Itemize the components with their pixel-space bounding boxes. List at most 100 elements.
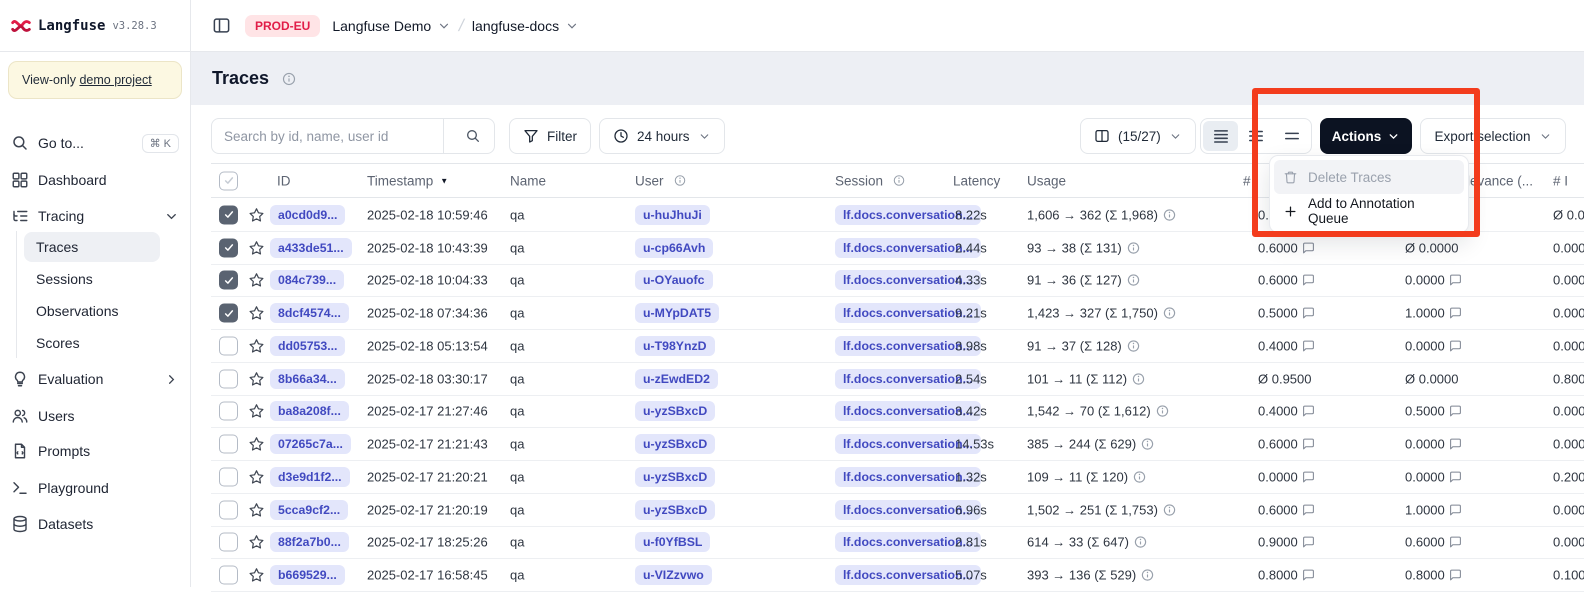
trace-id-badge[interactable]: a433de51... xyxy=(270,238,352,258)
trace-id-badge[interactable]: 084c739... xyxy=(270,270,344,290)
sidebar-item-traces[interactable]: Traces xyxy=(24,232,160,262)
actions-button[interactable]: Actions xyxy=(1320,118,1412,154)
info-icon xyxy=(1127,241,1140,254)
table-row[interactable]: 88f2a7b0... 2025-02-17 18:25:26 qa u-f0Y… xyxy=(211,527,1584,560)
user-badge[interactable]: u-yzSBxcD xyxy=(635,467,715,487)
table-row[interactable]: ba8a208f... 2025-02-17 21:27:46 qa u-yzS… xyxy=(211,396,1584,429)
star-icon[interactable] xyxy=(248,305,265,322)
table-row[interactable]: dd05753... 2025-02-18 05:13:54 qa u-T98Y… xyxy=(211,330,1584,363)
column-header-session[interactable]: Session xyxy=(835,173,905,188)
table-row[interactable]: 8dcf4574... 2025-02-18 07:34:36 qa u-MYp… xyxy=(211,297,1584,330)
user-badge[interactable]: u-yzSBxcD xyxy=(635,434,715,454)
user-badge[interactable]: u-f0YfBSL xyxy=(635,532,710,552)
row-height-large-button[interactable] xyxy=(1274,121,1309,151)
row-height-small-button[interactable] xyxy=(1203,121,1238,151)
menu-item-add-to-annotation-queue[interactable]: Add to Annotation Queue xyxy=(1274,194,1464,228)
star-icon[interactable] xyxy=(248,403,265,420)
demo-project-link[interactable]: demo project xyxy=(79,73,151,87)
row-checkbox[interactable] xyxy=(219,435,238,454)
row-checkbox[interactable] xyxy=(219,304,238,323)
goto-button[interactable]: Go to... ⌘ K xyxy=(6,127,184,159)
star-icon[interactable] xyxy=(248,468,265,485)
org-switcher[interactable]: Langfuse Demo xyxy=(332,18,451,34)
star-icon[interactable] xyxy=(248,272,265,289)
trace-id-badge[interactable]: ba8a208f... xyxy=(270,401,349,421)
score-cell-a: 0.5000 xyxy=(1258,306,1315,321)
column-header-latency[interactable]: Latency xyxy=(953,173,1000,188)
menu-item-delete-traces[interactable]: Delete Traces xyxy=(1274,160,1464,194)
trace-id-badge[interactable]: 5cca9cf2... xyxy=(270,500,348,520)
user-badge[interactable]: u-zEwdED2 xyxy=(635,369,718,389)
column-header-id[interactable]: ID xyxy=(277,173,291,188)
table-row[interactable]: 8b66a34... 2025-02-18 03:30:17 qa u-zEwd… xyxy=(211,363,1584,396)
trace-id-badge[interactable]: dd05753... xyxy=(270,336,345,356)
time-range-dropdown[interactable]: 24 hours xyxy=(599,118,725,154)
row-checkbox[interactable] xyxy=(219,238,238,257)
star-icon[interactable] xyxy=(248,337,265,354)
user-badge[interactable]: u-yzSBxcD xyxy=(635,500,715,520)
sidebar-item-datasets[interactable]: Datasets xyxy=(6,508,184,540)
star-icon[interactable] xyxy=(248,501,265,518)
sidebar-item-dashboard[interactable]: Dashboard xyxy=(6,164,184,196)
export-selection-button[interactable]: Export selection xyxy=(1420,118,1566,154)
column-visibility-dropdown[interactable]: (15/27) xyxy=(1080,118,1196,154)
row-checkbox[interactable] xyxy=(219,336,238,355)
score-cell-b: 0.0000 xyxy=(1405,338,1462,353)
table-row[interactable]: 084c739... 2025-02-18 10:04:33 qa u-OYau… xyxy=(211,265,1584,298)
column-header-timestamp[interactable]: Timestamp▼ xyxy=(367,173,448,188)
sidebar-toggle-icon[interactable] xyxy=(212,16,231,35)
filter-button[interactable]: Filter xyxy=(509,118,591,154)
trace-id-badge[interactable]: 8dcf4574... xyxy=(270,303,349,323)
search-input[interactable] xyxy=(212,119,435,153)
star-icon[interactable] xyxy=(248,370,265,387)
sidebar-item-prompts[interactable]: Prompts xyxy=(6,435,184,467)
star-icon[interactable] xyxy=(248,436,265,453)
sidebar-item-observations[interactable]: Observations xyxy=(24,296,160,326)
user-badge[interactable]: u-cp66Avh xyxy=(635,238,713,258)
row-height-medium-button[interactable] xyxy=(1239,121,1274,151)
user-badge[interactable]: u-OYauofc xyxy=(635,270,713,290)
star-icon[interactable] xyxy=(248,534,265,551)
table-row[interactable]: a433de51... 2025-02-18 10:43:39 qa u-cp6… xyxy=(211,232,1584,265)
row-checkbox[interactable] xyxy=(219,467,238,486)
trace-id-badge[interactable]: a0cd0d9... xyxy=(270,205,345,225)
user-badge[interactable]: u-VIZzvwo xyxy=(635,565,712,585)
star-icon[interactable] xyxy=(248,239,265,256)
row-checkbox[interactable] xyxy=(219,369,238,388)
sidebar-item-playground[interactable]: Playground xyxy=(6,472,184,504)
row-checkbox[interactable] xyxy=(219,566,238,585)
row-checkbox[interactable] xyxy=(219,500,238,519)
column-header-user[interactable]: User xyxy=(635,173,686,188)
sidebar-item-users[interactable]: Users xyxy=(6,400,184,432)
table-row[interactable]: b669529... 2025-02-17 16:58:45 qa u-VIZz… xyxy=(211,559,1584,592)
trace-id-badge[interactable]: 8b66a34... xyxy=(270,369,345,389)
star-icon[interactable] xyxy=(248,567,265,584)
sidebar-item-tracing[interactable]: Tracing xyxy=(6,200,184,232)
row-checkbox[interactable] xyxy=(219,205,238,224)
trace-id-badge[interactable]: d3e9d1f2... xyxy=(270,467,350,487)
trace-id-badge[interactable]: 07265c7a... xyxy=(270,434,351,454)
select-all-checkbox[interactable] xyxy=(219,171,238,190)
trace-id-badge[interactable]: 88f2a7b0... xyxy=(270,532,349,552)
project-switcher[interactable]: langfuse-docs xyxy=(472,18,579,34)
user-badge[interactable]: u-huJhuJi xyxy=(635,205,710,225)
sidebar-item-evaluation[interactable]: Evaluation xyxy=(6,363,184,395)
row-checkbox[interactable] xyxy=(219,402,238,421)
user-badge[interactable]: u-MYpDAT5 xyxy=(635,303,719,323)
sort-desc-icon: ▼ xyxy=(440,176,448,185)
table-row[interactable]: 07265c7a... 2025-02-17 21:21:43 qa u-yzS… xyxy=(211,428,1584,461)
user-badge[interactable]: u-T98YnzD xyxy=(635,336,715,356)
search-icon[interactable] xyxy=(452,119,494,153)
row-checkbox[interactable] xyxy=(219,533,238,552)
column-header-usage[interactable]: Usage xyxy=(1027,173,1066,188)
row-checkbox[interactable] xyxy=(219,271,238,290)
column-header-name[interactable]: Name xyxy=(510,173,546,188)
trace-id-badge[interactable]: b669529... xyxy=(270,565,345,585)
table-row[interactable]: d3e9d1f2... 2025-02-17 21:20:21 qa u-yzS… xyxy=(211,461,1584,494)
sidebar-item-scores[interactable]: Scores xyxy=(24,328,160,358)
user-badge[interactable]: u-yzSBxcD xyxy=(635,401,715,421)
sidebar-item-sessions[interactable]: Sessions xyxy=(24,264,160,294)
usage-cell: 91 → 37 (Σ 128) xyxy=(1027,338,1140,353)
table-row[interactable]: 5cca9cf2... 2025-02-17 21:20:19 qa u-yzS… xyxy=(211,494,1584,527)
star-icon[interactable] xyxy=(248,206,265,223)
